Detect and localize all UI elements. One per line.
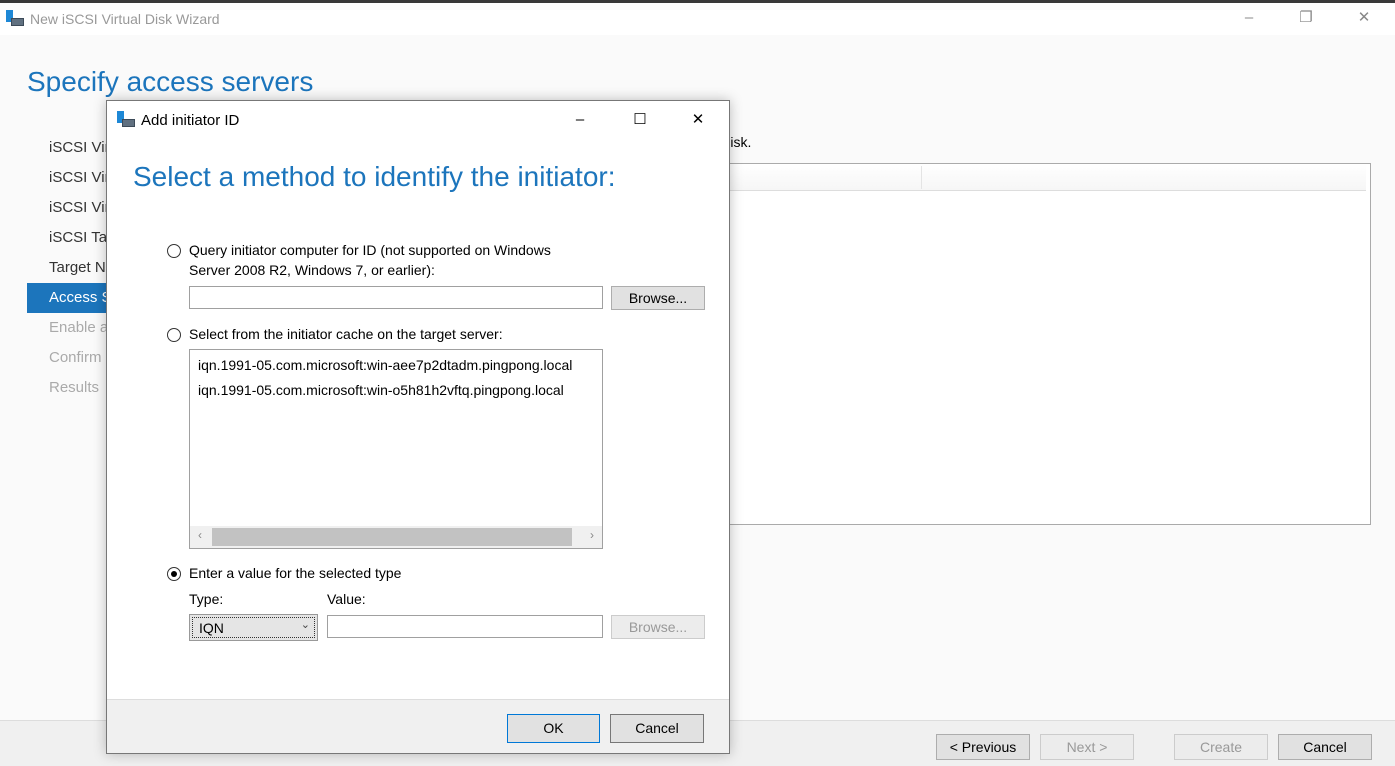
previous-button[interactable]: < Previous xyxy=(936,734,1030,760)
restore-button[interactable]: ❐ xyxy=(1283,3,1329,33)
option-query-label-2: Server 2008 R2, Windows 7, or earlier): xyxy=(189,262,435,278)
create-button[interactable]: Create xyxy=(1174,734,1268,760)
scroll-right-icon[interactable]: › xyxy=(590,528,594,542)
type-label: Type: xyxy=(189,591,224,607)
page-title: Specify access servers xyxy=(27,66,314,97)
cancel-button[interactable]: Cancel xyxy=(1278,734,1372,760)
dialog-footer: OK Cancel xyxy=(107,699,729,753)
dialog-close-button[interactable]: ✕ xyxy=(675,105,721,135)
close-button[interactable]: ✕ xyxy=(1341,3,1387,33)
list-item[interactable]: iqn.1991-05.com.microsoft:win-aee7p2dtad… xyxy=(198,357,572,373)
window-title-bar: New iSCSI Virtual Disk Wizard – ❐ ✕ xyxy=(0,3,1395,35)
dialog-title: Add initiator ID xyxy=(141,112,240,129)
query-computer-input[interactable] xyxy=(189,286,603,309)
browse-value-button[interactable]: Browse... xyxy=(611,615,705,639)
chevron-down-icon: ⌄ xyxy=(300,619,310,631)
scroll-thumb[interactable] xyxy=(212,528,572,546)
horizontal-scrollbar[interactable]: ‹ › xyxy=(190,526,602,548)
dialog-heading: Select a method to identify the initiato… xyxy=(133,161,616,192)
list-item[interactable]: iqn.1991-05.com.microsoft:win-o5h81h2vft… xyxy=(198,382,564,398)
scroll-left-icon[interactable]: ‹ xyxy=(198,528,202,542)
option-cache-label: Select from the initiator cache on the t… xyxy=(189,326,503,342)
radio-enter-value[interactable] xyxy=(167,567,181,581)
access-servers-list[interactable] xyxy=(700,163,1371,525)
dialog-minimize-button[interactable]: – xyxy=(557,105,603,135)
add-initiator-dialog: Add initiator ID – ☐ ✕ Select a method t… xyxy=(106,100,730,754)
app-icon xyxy=(6,10,24,28)
minimize-button[interactable]: – xyxy=(1226,3,1272,33)
value-label: Value: xyxy=(327,591,366,607)
next-button[interactable]: Next > xyxy=(1040,734,1134,760)
option-query-label: Query initiator computer for ID (not sup… xyxy=(189,242,551,258)
browse-button[interactable]: Browse... xyxy=(611,286,705,310)
dialog-icon xyxy=(117,111,135,129)
value-input[interactable] xyxy=(327,615,603,638)
option-enter-label: Enter a value for the selected type xyxy=(189,565,402,581)
initiator-cache-list[interactable]: iqn.1991-05.com.microsoft:win-aee7p2dtad… xyxy=(189,349,603,549)
ok-button[interactable]: OK xyxy=(507,714,600,743)
list-header xyxy=(701,164,1366,191)
dialog-maximize-button[interactable]: ☐ xyxy=(617,105,663,135)
type-select-value: IQN xyxy=(192,617,315,638)
dialog-cancel-button[interactable]: Cancel xyxy=(610,714,704,743)
type-select[interactable]: IQN ⌄ xyxy=(189,614,318,641)
radio-cache[interactable] xyxy=(167,328,181,342)
window-title: New iSCSI Virtual Disk Wizard xyxy=(30,11,220,27)
radio-query[interactable] xyxy=(167,244,181,258)
